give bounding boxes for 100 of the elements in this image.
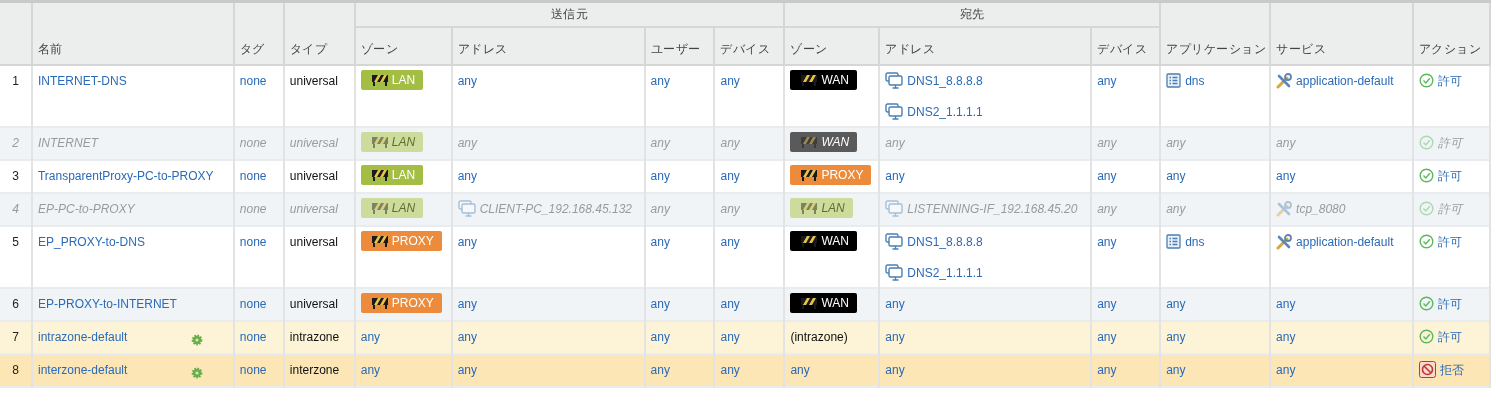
barricade-icon — [800, 135, 819, 148]
link[interactable]: any — [1276, 294, 1296, 313]
column-header[interactable]: サービス — [1270, 1, 1413, 65]
link[interactable]: any — [1097, 327, 1117, 346]
link[interactable]: any — [885, 294, 905, 313]
column-header[interactable]: ゾーン — [354, 26, 452, 65]
rule-row[interactable]: 8 interzone-default none interzone any any any any any any any any any 拒否 — [0, 353, 1490, 387]
link[interactable]: any — [457, 327, 477, 346]
monitor-icon — [885, 233, 904, 250]
action-link[interactable]: 許可 — [1437, 71, 1462, 90]
action-link[interactable]: 許可 — [1437, 327, 1462, 346]
link[interactable]: any — [1097, 294, 1117, 313]
column-header[interactable]: アドレス — [451, 26, 645, 65]
check-circle-icon — [1418, 296, 1434, 311]
link[interactable]: any — [1166, 360, 1186, 379]
action-link[interactable]: 許可 — [1437, 166, 1462, 185]
rule-name-link[interactable]: EP-PROXY-to-INTERNET — [37, 294, 177, 313]
column-header[interactable]: デバイス — [714, 26, 785, 65]
barricade-icon — [800, 234, 819, 247]
link[interactable]: any — [457, 360, 477, 379]
action-link[interactable]: 許可 — [1437, 294, 1462, 313]
link[interactable]: any — [1166, 166, 1186, 185]
link[interactable]: none — [239, 166, 267, 185]
rule-row[interactable]: 6 EP-PROXY-to-INTERNET none universal PROXY any any any WAN any any any any 許可 — [0, 287, 1490, 321]
link[interactable]: none — [239, 327, 267, 346]
column-header[interactable]: アクション — [1412, 1, 1490, 65]
rule-row[interactable]: 5 EP_PROXY-to-DNS none universal PROXY any any any WAN DNS1_8.8.8.8 DNS2_1.1.1.1 any dns application-default 許可 — [0, 225, 1490, 288]
link[interactable]: any — [720, 327, 740, 346]
zone-tag[interactable]: WAN — [790, 69, 857, 90]
address-link[interactable]: DNS1_8.8.8.8 — [907, 71, 983, 90]
link[interactable]: any — [720, 294, 740, 313]
gear-icon — [190, 366, 203, 379]
link[interactable]: any — [1097, 360, 1117, 379]
column-header[interactable]: アプリケーション — [1160, 1, 1271, 65]
zone-name: WAN — [821, 232, 849, 250]
link[interactable]: any — [1276, 360, 1296, 379]
application-link[interactable]: dns — [1185, 71, 1205, 90]
link[interactable]: any — [457, 294, 477, 313]
link[interactable]: any — [790, 360, 810, 379]
column-header[interactable]: ユーザー — [644, 26, 715, 65]
rule-name-link[interactable]: TransparentProxy-PC-to-PROXY — [37, 166, 214, 185]
link[interactable]: none — [239, 294, 267, 313]
link[interactable]: any — [1097, 166, 1117, 185]
link[interactable]: any — [650, 166, 670, 185]
rule-name-link[interactable]: intrazone-default — [37, 327, 128, 346]
link[interactable]: any — [885, 360, 905, 379]
cell-text: intrazone — [289, 328, 340, 346]
link[interactable]: any — [457, 71, 477, 90]
link[interactable]: any — [650, 327, 670, 346]
zone-name: LAN — [391, 133, 416, 151]
rule-name-link[interactable]: EP_PROXY-to-DNS — [37, 232, 145, 251]
action-link[interactable]: 拒否 — [1439, 360, 1464, 379]
link[interactable]: any — [1097, 232, 1117, 251]
zone-name: PROXY — [391, 294, 434, 312]
zone-tag[interactable]: WAN — [790, 230, 857, 251]
service-link[interactable]: application-default — [1296, 71, 1394, 90]
link[interactable]: any — [1166, 294, 1186, 313]
link[interactable]: any — [720, 360, 740, 379]
link[interactable]: any — [1276, 327, 1296, 346]
wrench-icon — [1276, 200, 1293, 217]
link[interactable]: any — [650, 294, 670, 313]
barricade-icon — [370, 73, 389, 86]
rule-name-link[interactable]: interzone-default — [37, 360, 128, 379]
link[interactable]: none — [239, 360, 267, 379]
link[interactable]: none — [239, 232, 267, 251]
check-circle-icon — [1418, 234, 1434, 249]
link[interactable]: any — [650, 232, 670, 251]
link[interactable]: any — [1276, 166, 1296, 185]
service-link[interactable]: application-default — [1296, 232, 1394, 251]
link[interactable]: any — [885, 327, 905, 346]
link[interactable]: any — [360, 360, 381, 379]
column-header[interactable]: ゾーン — [784, 26, 880, 65]
link[interactable]: none — [239, 71, 267, 90]
column-header[interactable]: タグ — [233, 1, 284, 65]
zone-tag[interactable]: WAN — [790, 292, 857, 313]
column-header[interactable]: 名前 — [31, 1, 234, 65]
rule-row[interactable]: 1 INTERNET-DNS none universal LAN any any any WAN DNS1_8.8.8.8 DNS2_1.1.1.1 any dns application-default 許可 — [0, 64, 1490, 127]
link[interactable]: any — [1166, 327, 1186, 346]
address-link[interactable]: DNS1_8.8.8.8 — [907, 232, 983, 251]
link[interactable]: any — [650, 360, 670, 379]
address-link[interactable]: DNS2_1.1.1.1 — [907, 263, 983, 282]
link[interactable]: any — [885, 166, 905, 185]
link[interactable]: any — [457, 232, 477, 251]
rule-row[interactable]: 3 TransparentProxy-PC-to-PROXY none universal LAN any any any PROXY any any any any 許可 — [0, 159, 1490, 193]
action-link[interactable]: 許可 — [1437, 232, 1462, 251]
column-header[interactable]: アドレス — [879, 26, 1092, 65]
link[interactable]: any — [650, 71, 670, 90]
column-header[interactable]: タイプ — [283, 1, 355, 65]
link[interactable]: any — [720, 71, 740, 90]
link[interactable]: any — [720, 166, 740, 185]
column-group-header: 送信元 — [354, 1, 785, 27]
link[interactable]: any — [457, 166, 477, 185]
link[interactable]: any — [720, 232, 740, 251]
link[interactable]: any — [360, 327, 381, 346]
address-link[interactable]: DNS2_1.1.1.1 — [907, 102, 983, 121]
zone-name: PROXY — [821, 166, 864, 184]
application-link[interactable]: dns — [1185, 232, 1205, 251]
rule-name-link[interactable]: INTERNET-DNS — [37, 71, 127, 90]
rule-row[interactable]: 7 intrazone-default none intrazone any any any any (intrazone) any any any any 許可 — [0, 320, 1490, 354]
link[interactable]: any — [1097, 71, 1117, 90]
